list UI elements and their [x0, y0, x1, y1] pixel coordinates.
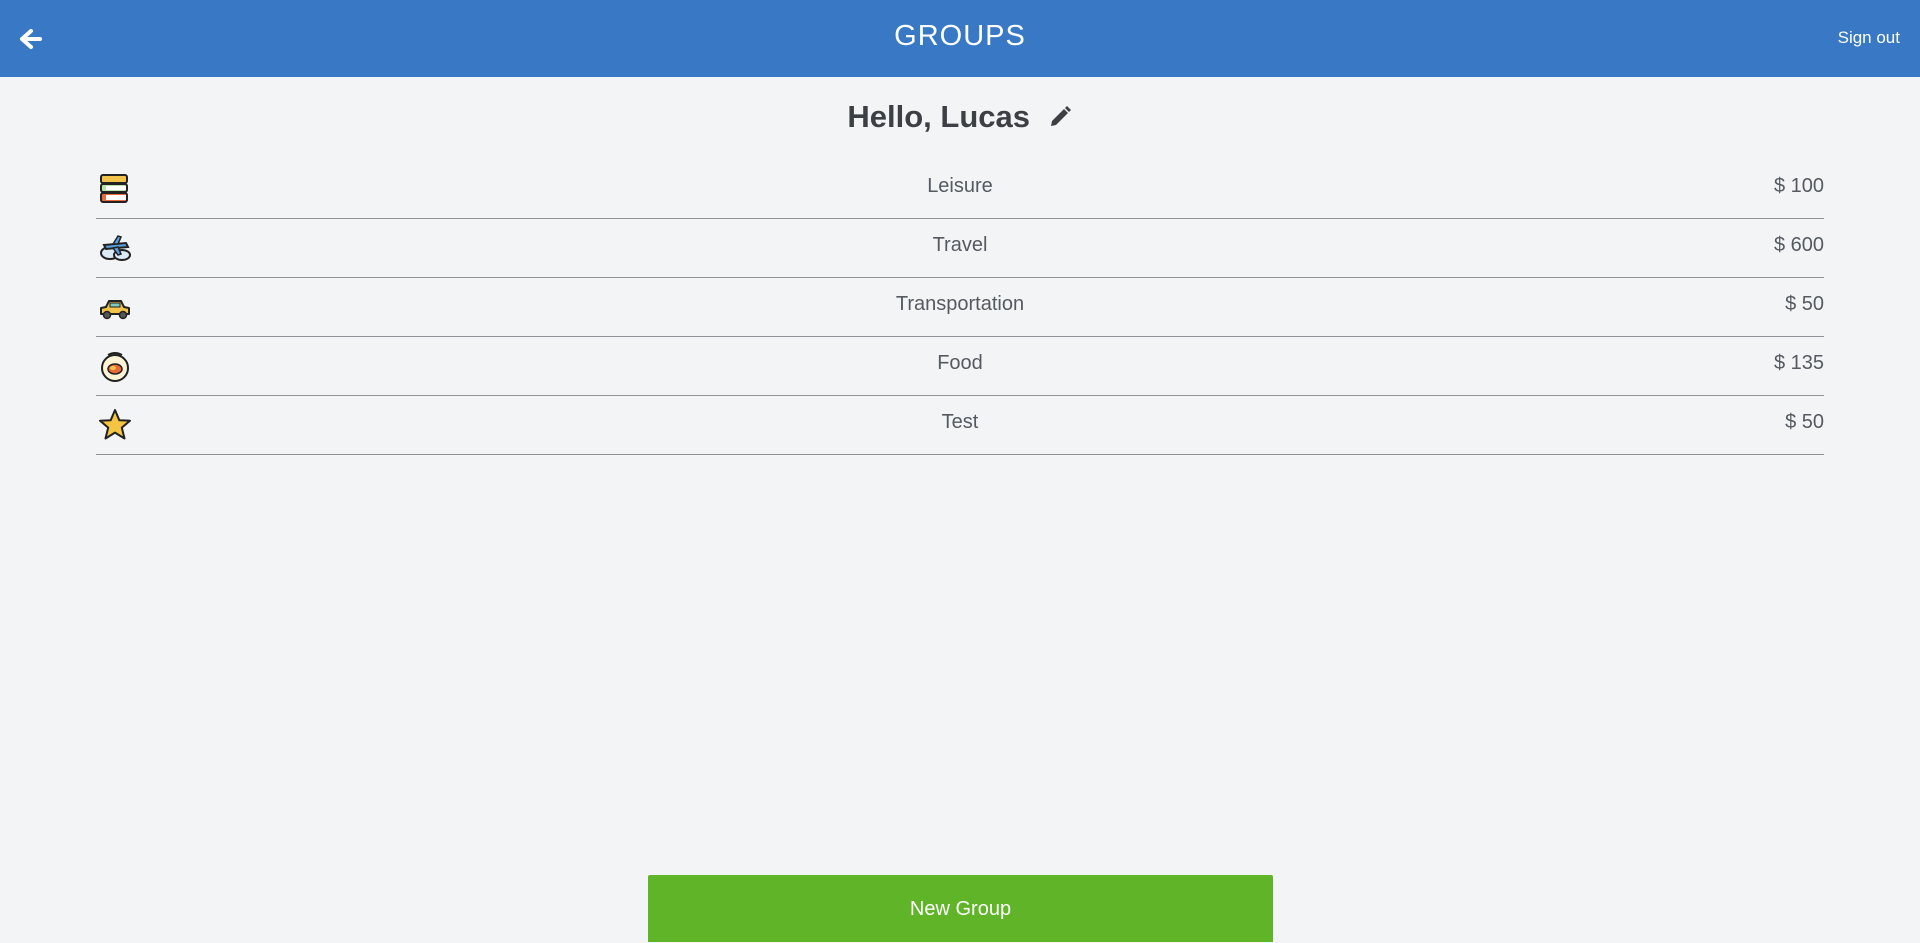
greeting-text: Hello, Lucas: [847, 99, 1030, 134]
group-row-food[interactable]: Food $ 135: [96, 337, 1824, 396]
group-name: Test: [941, 411, 979, 433]
sign-out-link[interactable]: Sign out: [1838, 28, 1900, 48]
group-name: Transportation: [895, 293, 1025, 315]
group-amount: $ 600: [1773, 234, 1824, 256]
group-name: Food: [937, 352, 983, 374]
group-amount: $ 135: [1773, 352, 1824, 374]
group-row-test[interactable]: Test $ 50: [96, 396, 1824, 455]
group-row-leisure[interactable]: Leisure $ 100: [96, 160, 1824, 219]
group-row-transportation[interactable]: Transportation $ 50: [96, 278, 1824, 337]
greeting: Hello, Lucas: [0, 99, 1920, 135]
group-name: Leisure: [927, 175, 993, 197]
group-amount: $ 100: [1773, 175, 1824, 197]
group-name: Travel: [932, 234, 988, 256]
groups-list: Leisure $ 100 Travel $ 600 Transportatio…: [96, 160, 1824, 455]
pencil-icon[interactable]: [1047, 104, 1073, 130]
group-row-travel[interactable]: Travel $ 600: [96, 219, 1824, 278]
top-bar: GROUPS Sign out: [0, 0, 1920, 77]
group-amount: $ 50: [1785, 293, 1824, 315]
page-title: GROUPS: [894, 20, 1026, 52]
new-group-button[interactable]: New Group: [648, 875, 1273, 942]
group-amount: $ 50: [1785, 411, 1824, 433]
